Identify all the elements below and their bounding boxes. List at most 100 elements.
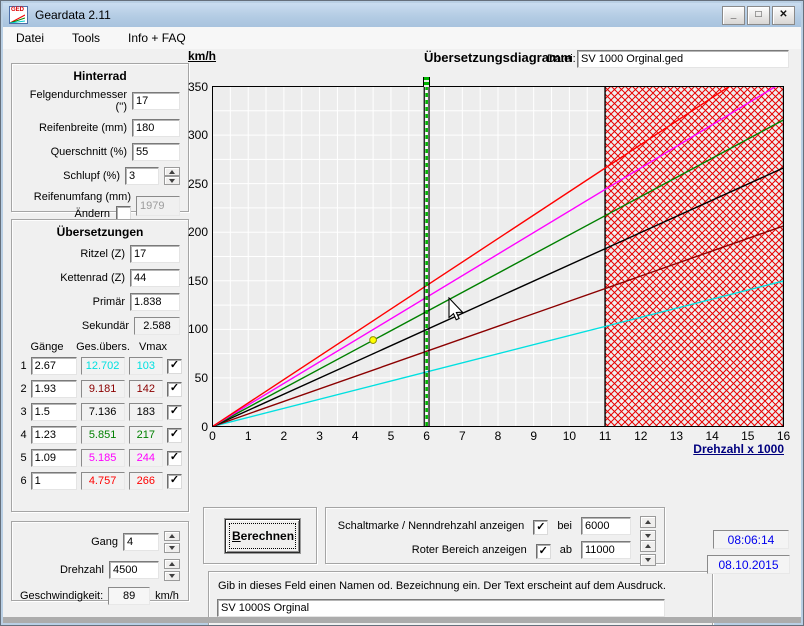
maximize-button[interactable]: □ (747, 6, 770, 25)
shift-marker-label: Schaltmarke / Nenndrehzahl anzeigen (336, 520, 524, 532)
field-label: Querschnitt (%) (20, 146, 127, 158)
gear-ratio-input-4[interactable] (31, 426, 77, 444)
hinterrad-field-row: Felgendurchmesser ('') (20, 89, 180, 113)
schlupf-spinner-up[interactable] (164, 167, 180, 176)
gear-ratio-input-2[interactable] (31, 380, 77, 398)
arrow-down-icon (169, 179, 175, 183)
uebersetzung-field-row: Kettenrad (Z) (20, 269, 180, 287)
drehzahl-input[interactable] (109, 561, 159, 579)
close-button[interactable]: ✕ (772, 6, 795, 25)
hinterrad-title: Hinterrad (12, 69, 188, 83)
gear-visible-checkbox-3[interactable]: ✓ (167, 405, 182, 420)
operating-point (370, 337, 377, 344)
uebersetzungen-title: Übersetzungen (12, 225, 188, 239)
x-tick-2: 2 (273, 429, 295, 443)
display-options-panel: Schaltmarke / Nenndrehzahl anzeigen ✓ be… (325, 507, 665, 564)
gear-ratio-input-3[interactable] (31, 403, 77, 421)
check-glyph: ✓ (170, 452, 179, 463)
uebersetzung-field-row: Ritzel (Z) (20, 245, 180, 263)
shift-rpm-input[interactable] (581, 517, 631, 535)
gear-total-ratio: 4.757 (81, 472, 125, 490)
menu-item-datei[interactable]: Datei (14, 29, 46, 47)
menu-item-info-faq[interactable]: Info + FAQ (126, 29, 188, 47)
gang-spinner-down[interactable] (164, 543, 180, 553)
field-label: Reifenbreite (mm) (20, 122, 127, 134)
red-zone-checkbox-slot: ✓ (536, 541, 551, 560)
gear-visible-checkbox-6[interactable]: ✓ (167, 474, 182, 489)
shift-rpm-spinner-up[interactable] (640, 516, 656, 528)
field-label: Ritzel (Z) (20, 248, 125, 260)
x-tick-15: 15 (737, 429, 759, 443)
uebersetzung-input-2[interactable] (130, 293, 180, 311)
gear-number: 3 (18, 406, 27, 418)
red-zone-checkbox[interactable]: ✓ (536, 544, 551, 559)
hinterrad-input-1[interactable] (132, 119, 180, 137)
file-name-field[interactable] (577, 50, 789, 68)
drehzahl-label: Drehzahl (20, 564, 104, 576)
gear-visible-checkbox-1[interactable]: ✓ (167, 359, 182, 374)
gear-row-2: 29.181142✓ (18, 380, 182, 398)
drehzahl-spinner-up[interactable] (164, 559, 180, 569)
gear-vmax: 142 (129, 380, 163, 398)
bei-label: bei (557, 520, 572, 532)
hinterrad-input-2[interactable] (132, 143, 180, 161)
menu-bar: Datei Tools Info + FAQ (3, 27, 801, 49)
gears-table-header: GängeGes.übers.Vmax (18, 341, 180, 353)
gang-status-groupbox: GangDrehzahlGeschwindigkeit:89km/h (11, 521, 189, 601)
y-tick-150: 150 (182, 274, 208, 288)
geschwindigkeit-unit: km/h (155, 590, 180, 602)
menu-item-tools[interactable]: Tools (70, 29, 102, 47)
drehzahl-spinner-down[interactable] (164, 571, 180, 581)
gear-ratio-input-6[interactable] (31, 472, 77, 490)
field-label: Kettenrad (Z) (20, 272, 125, 284)
red-zone-rpm-spinner-down[interactable] (640, 554, 656, 566)
app-icon: GED (9, 6, 28, 24)
gears-header-2: Vmax (130, 341, 176, 353)
hinterrad-field-row: Reifenbreite (mm) (20, 119, 180, 137)
y-tick-250: 250 (182, 177, 208, 191)
hinterrad-input-3[interactable] (125, 167, 159, 185)
field-label: Primär (20, 296, 125, 308)
gear-ratio-input-5[interactable] (31, 449, 77, 467)
gang-label: Gang (20, 536, 118, 548)
schlupf-spinner-down[interactable] (164, 176, 180, 185)
minimize-button[interactable]: _ (722, 6, 745, 25)
gear-visible-checkbox-5[interactable]: ✓ (167, 451, 182, 466)
berechnen-button[interactable]: Berechnen (225, 519, 300, 553)
gear-row-1: 112.702103✓ (18, 357, 182, 375)
x-tick-5: 5 (380, 429, 402, 443)
gear-ratio-input-1[interactable] (31, 357, 77, 375)
shift-marker-overhang (423, 77, 430, 87)
check-glyph: ✓ (539, 546, 548, 557)
ab-label: ab (560, 544, 572, 556)
gear-vmax: 183 (129, 403, 163, 421)
gear-vmax: 244 (129, 449, 163, 467)
window-title: Geardata 2.11 (35, 8, 111, 22)
field-label: Sekundär (20, 320, 129, 332)
gears-header-0: Gänge (18, 341, 76, 353)
gear-visible-checkbox-4[interactable]: ✓ (167, 428, 182, 443)
arrow-up-icon (645, 520, 651, 524)
gear-total-ratio: 5.851 (81, 426, 125, 444)
x-tick-9: 9 (523, 429, 545, 443)
hinterrad-input-0[interactable] (132, 92, 180, 110)
reifenumfang-labels: Reifenumfang (mm)Ändern (20, 191, 131, 221)
red-zone-rpm-input[interactable] (581, 541, 631, 559)
chart-svg (212, 86, 784, 427)
shift-marker-checkbox[interactable]: ✓ (533, 520, 548, 535)
time-display: 08:06:14 (713, 530, 789, 549)
gang-input[interactable] (123, 533, 159, 551)
uebersetzung-input-1[interactable] (130, 269, 180, 287)
x-axis-title: Drehzahl x 1000 (621, 442, 784, 456)
gang-row: Gang (20, 531, 180, 553)
name-input[interactable] (217, 599, 665, 617)
x-tick-16: 16 (773, 429, 795, 443)
gang-spinner-up[interactable] (164, 531, 180, 541)
gear-visible-checkbox-2[interactable]: ✓ (167, 382, 182, 397)
reifenumfang-row: Reifenumfang (mm)Ändern1979 (20, 191, 180, 221)
uebersetzung-input-0[interactable] (130, 245, 180, 263)
gear-total-ratio: 5.185 (81, 449, 125, 467)
red-zone-rpm-spinner-up[interactable] (640, 540, 656, 552)
gear-number: 2 (18, 383, 27, 395)
arrow-up-icon (169, 170, 175, 174)
